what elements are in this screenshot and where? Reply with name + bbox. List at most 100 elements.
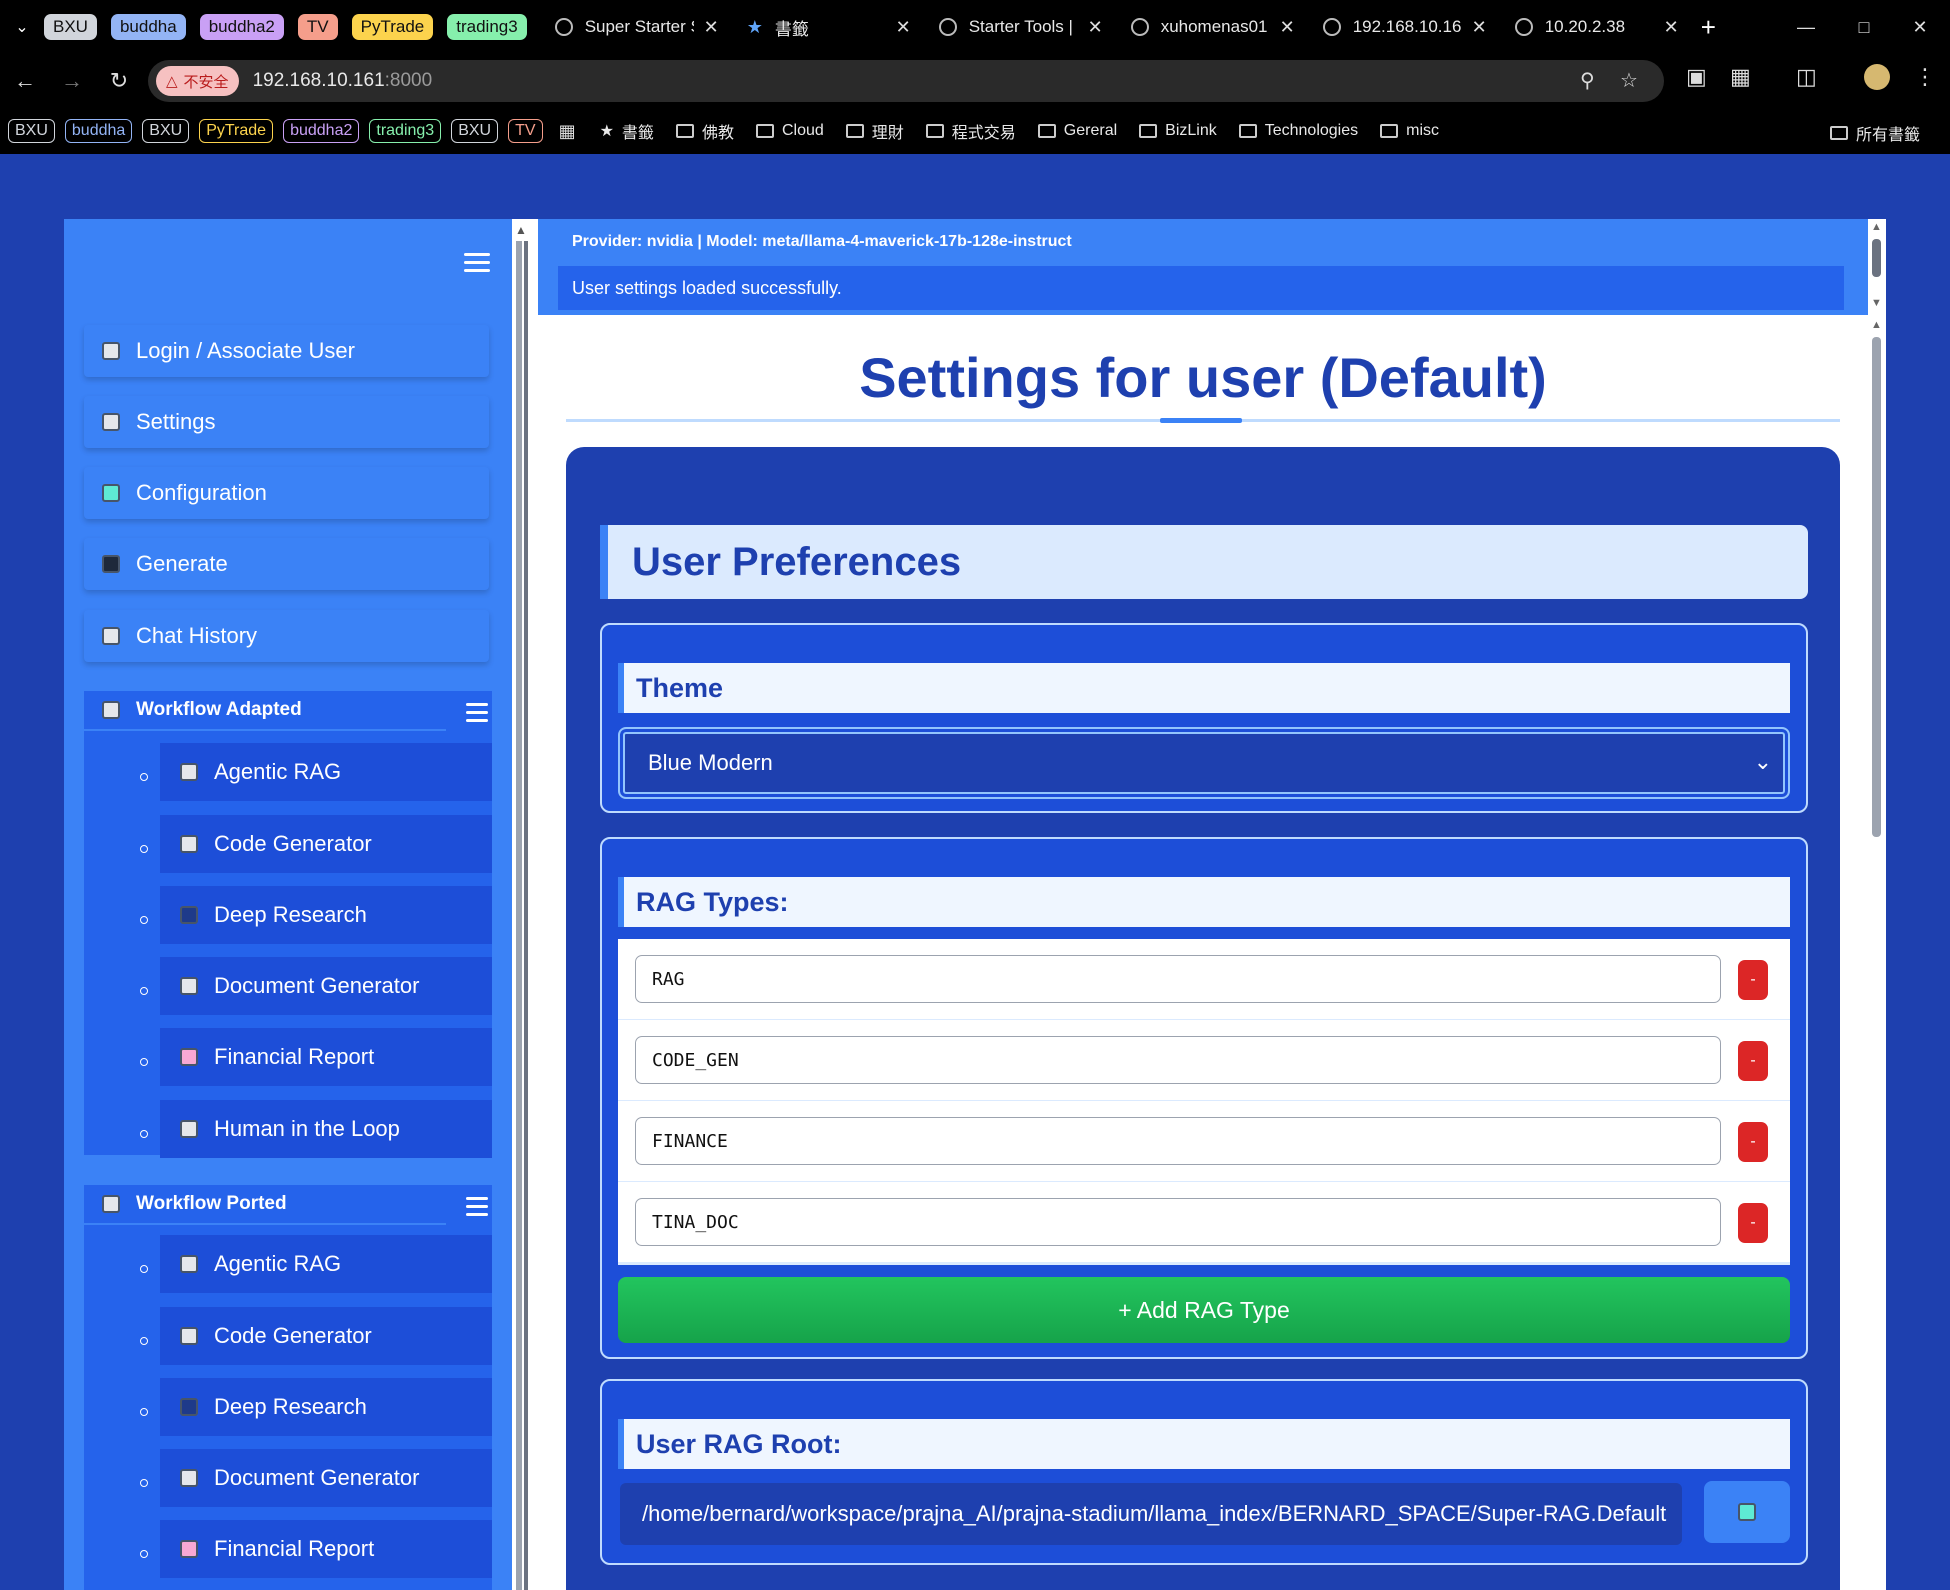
omnibox[interactable]: △ 不安全 192.168.10.161:8000 ⚲ ☆ [148, 60, 1664, 102]
page-scrollbar[interactable]: ▲ ▼ ▲ [1868, 219, 1886, 1590]
tab-group-chip[interactable]: PyTrade [351, 14, 434, 40]
bullet-icon [140, 916, 148, 924]
avatar[interactable] [1864, 64, 1890, 90]
bookmark-group-chip[interactable]: buddha2 [283, 119, 360, 143]
rag-type-input[interactable]: RAG [635, 955, 1721, 1003]
workflow-item[interactable]: Financial Report [160, 1028, 492, 1086]
workflow-item[interactable]: Code Generator [160, 1307, 492, 1365]
apps-grid-icon[interactable]: ▦ [559, 121, 576, 142]
more-menu-icon[interactable]: ⋮ [1914, 64, 1936, 90]
rag-type-input[interactable]: TINA_DOC [635, 1198, 1721, 1246]
bookmark-folder[interactable]: 佛教 [675, 119, 734, 143]
globe-icon [554, 18, 573, 36]
sidebar-item-login[interactable]: Login / Associate User [84, 325, 489, 377]
maximize-icon[interactable]: □ [1836, 0, 1892, 54]
section-menu-icon[interactable] [466, 1197, 488, 1221]
tab-group-chip[interactable]: buddha [110, 14, 186, 40]
scroll-up-icon[interactable]: ▲ [1871, 319, 1882, 331]
bookmark-folder[interactable]: Technologies [1238, 122, 1358, 140]
workflow-item[interactable]: Agentic RAG [160, 743, 492, 801]
close-icon[interactable]: ✕ [1280, 17, 1295, 38]
sidebar-item-configuration[interactable]: Configuration [84, 467, 489, 519]
close-icon[interactable]: ✕ [1472, 17, 1487, 38]
rag-type-input[interactable]: FINANCE [635, 1117, 1721, 1165]
browser-tab[interactable]: Super Starter S ✕ [541, 7, 733, 47]
back-icon[interactable]: ← [3, 59, 47, 103]
browse-folder-button[interactable] [1704, 1481, 1790, 1543]
sidebar-item-chat-history[interactable]: Chat History [84, 610, 489, 662]
all-bookmarks-folder[interactable]: 所有書籤 [1829, 121, 1920, 145]
scroll-up-icon[interactable]: ▲ [515, 223, 527, 237]
browser-tab[interactable]: xuhomenas01 ✕ [1117, 7, 1309, 47]
tab-group-chip[interactable]: trading3 [447, 14, 527, 40]
bookmark-folder[interactable]: 理財 [845, 119, 904, 143]
scroll-down-icon[interactable]: ▼ [1871, 297, 1882, 309]
bookmark-folder[interactable]: Cloud [755, 122, 824, 140]
add-rag-type-button[interactable]: + Add RAG Type [618, 1277, 1790, 1343]
workflow-item[interactable]: Deep Research [160, 886, 492, 944]
bookmark-group-chip[interactable]: TV [508, 119, 543, 143]
workflow-item[interactable]: Agentic RAG [160, 1235, 492, 1293]
inner-scroll-thumb[interactable] [1872, 239, 1881, 277]
browser-tab[interactable]: ★ 書籤 ✕ [733, 7, 925, 47]
bookmark-folder[interactable]: Gereral [1037, 122, 1117, 140]
workflow-item[interactable]: Deep Research [160, 1378, 492, 1436]
tab-group-chip[interactable]: TV [297, 14, 338, 40]
browser-tab[interactable]: Starter Tools | L ✕ [925, 7, 1117, 47]
scroll-thumb[interactable] [1872, 337, 1881, 837]
tab-group-chip[interactable]: buddha2 [199, 14, 284, 40]
workflow-item[interactable]: Document Generator [160, 1449, 492, 1507]
forward-icon[interactable]: → [50, 59, 94, 103]
security-badge[interactable]: △ 不安全 [156, 66, 239, 96]
sidebar-item-settings[interactable]: Settings [84, 396, 489, 448]
bookmark-folder[interactable]: misc [1380, 122, 1439, 140]
bookmark-group-chip[interactable]: PyTrade [199, 119, 274, 143]
theme-select[interactable]: Blue Modern ⌄ [618, 727, 1790, 799]
bookmark-folder[interactable]: 程式交易 [925, 119, 1016, 143]
close-window-icon[interactable]: ✕ [1892, 0, 1948, 54]
rag-root-input[interactable]: /home/bernard/workspace/prajna_AI/prajna… [618, 1481, 1684, 1547]
bookmark-group-chip[interactable]: BXU [451, 119, 499, 143]
extensions-puzzle-icon[interactable]: ▦ [1730, 64, 1751, 90]
remove-rag-type-button[interactable]: - [1738, 1041, 1768, 1081]
rag-type-input[interactable]: CODE_GEN [635, 1036, 1721, 1084]
section-menu-icon[interactable] [466, 703, 488, 727]
tab-group-chip[interactable]: BXU [44, 14, 97, 40]
bookmark-group-chip[interactable]: trading3 [369, 119, 442, 143]
browser-tab[interactable]: 10.20.2.38 ✕ [1501, 7, 1693, 47]
workflow-item[interactable]: Code Generator [160, 815, 492, 873]
remove-rag-type-button[interactable]: - [1738, 960, 1768, 1000]
remove-rag-type-button[interactable]: - [1738, 1203, 1768, 1243]
close-icon[interactable]: ✕ [896, 17, 911, 38]
minimize-icon[interactable]: — [1778, 0, 1834, 54]
url-text[interactable]: 192.168.10.161:8000 [253, 70, 433, 92]
bookmark-group-chip[interactable]: BXU [8, 119, 55, 143]
workflow-item[interactable]: Financial Report [160, 1520, 492, 1578]
scrollbar-track[interactable] [516, 241, 522, 1590]
close-icon[interactable]: ✕ [1664, 17, 1679, 38]
bookmark-star-icon[interactable]: ☆ [1620, 68, 1638, 93]
workflow-item[interactable]: Human in the Loop [160, 1100, 492, 1158]
tab-search-chevron-icon[interactable]: ⌄ [0, 0, 44, 54]
bookmark-folder[interactable]: BizLink [1139, 122, 1217, 140]
bookmark-item[interactable]: ★ 書籤 [600, 119, 654, 143]
close-icon[interactable]: ✕ [704, 17, 719, 38]
scroll-up-icon[interactable]: ▲ [1871, 221, 1882, 233]
reload-icon[interactable]: ↻ [97, 59, 141, 103]
sidebar-item-generate[interactable]: Generate [84, 538, 489, 590]
close-icon[interactable]: ✕ [1088, 17, 1103, 38]
reading-mode-icon[interactable]: ◫ [1796, 64, 1817, 90]
sidebar-menu-icon[interactable] [464, 253, 490, 273]
section-header[interactable]: Workflow Ported [84, 1185, 446, 1225]
zoom-icon[interactable]: ⚲ [1580, 68, 1595, 93]
bookmark-group-chip[interactable]: buddha [64, 119, 133, 143]
extension-doc-icon[interactable]: ▣ [1686, 64, 1707, 90]
sidebar-scrollbar[interactable]: ▲ [512, 219, 538, 1590]
bookmark-group-chip[interactable]: BXU [142, 119, 190, 143]
remove-rag-type-button[interactable]: - [1738, 1122, 1768, 1162]
section-header[interactable]: Workflow Adapted [84, 691, 446, 731]
new-tab-icon[interactable]: + [1701, 12, 1716, 43]
browser-tab-active[interactable]: 192.168.10.161 ✕ [1308, 7, 1501, 47]
splitter-handle[interactable] [524, 241, 528, 1590]
workflow-item[interactable]: Document Generator [160, 957, 492, 1015]
